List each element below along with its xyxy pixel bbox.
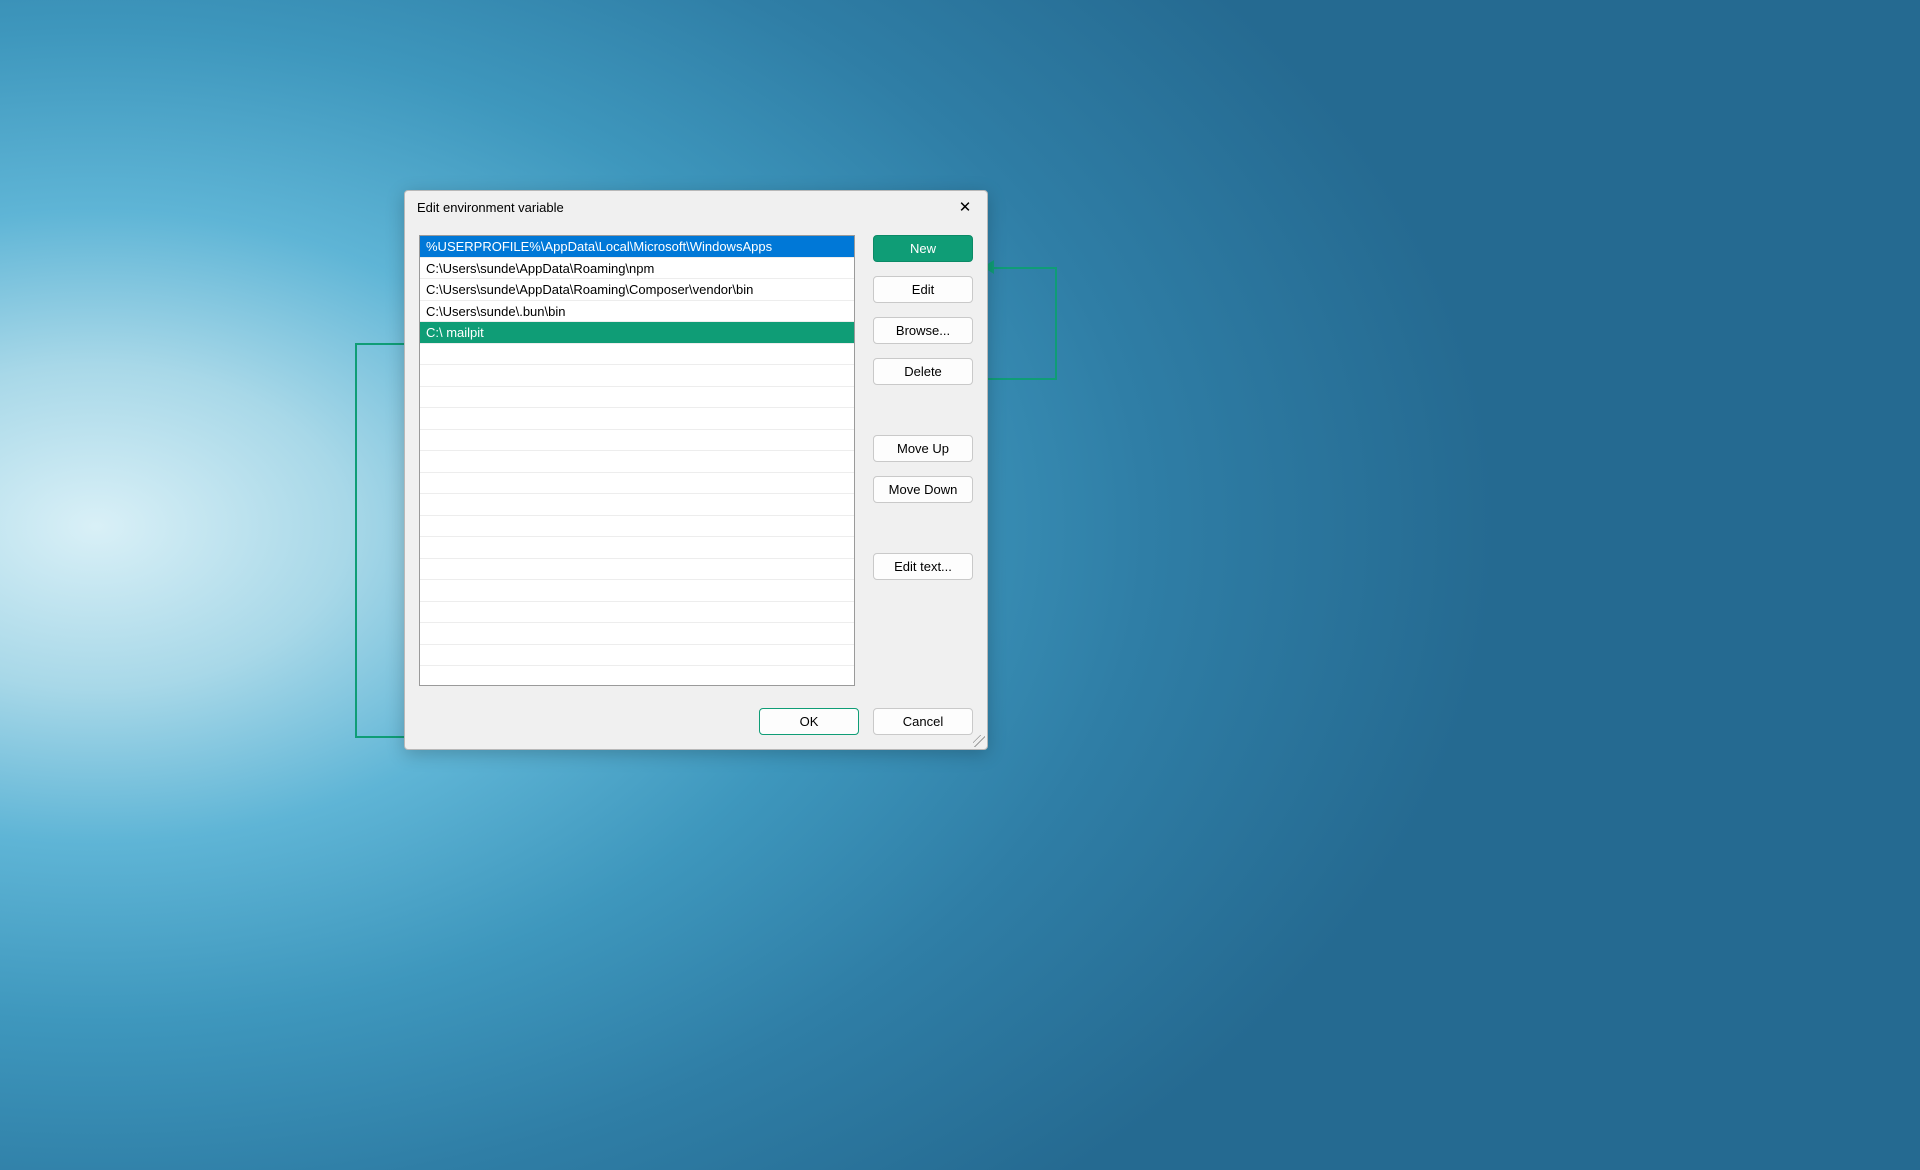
path-item-empty[interactable] xyxy=(420,451,854,473)
cancel-button[interactable]: Cancel xyxy=(873,708,973,735)
path-item-empty[interactable] xyxy=(420,430,854,452)
edit-text-button[interactable]: Edit text... xyxy=(873,553,973,580)
move-up-button[interactable]: Move Up xyxy=(873,435,973,462)
path-item[interactable]: C:\ mailpit xyxy=(420,322,854,344)
annotation-line xyxy=(1055,267,1057,380)
path-item-empty[interactable] xyxy=(420,602,854,624)
path-item[interactable]: C:\Users\sunde\.bun\bin xyxy=(420,301,854,323)
move-down-button[interactable]: Move Down xyxy=(873,476,973,503)
path-item-empty[interactable] xyxy=(420,387,854,409)
path-item-empty[interactable] xyxy=(420,580,854,602)
annotation-line xyxy=(983,267,1057,269)
path-item-empty[interactable] xyxy=(420,516,854,538)
resize-grip[interactable] xyxy=(973,735,985,747)
path-item-empty[interactable] xyxy=(420,494,854,516)
close-icon[interactable]: ✕ xyxy=(951,193,979,221)
path-item-empty[interactable] xyxy=(420,559,854,581)
titlebar: Edit environment variable ✕ xyxy=(405,191,987,223)
path-item-empty[interactable] xyxy=(420,645,854,667)
side-button-column: New Edit Browse... Delete Move Up Move D… xyxy=(873,235,973,686)
browse-button[interactable]: Browse... xyxy=(873,317,973,344)
path-item[interactable]: C:\Users\sunde\AppData\Roaming\Composer\… xyxy=(420,279,854,301)
edit-button[interactable]: Edit xyxy=(873,276,973,303)
path-item-empty[interactable] xyxy=(420,408,854,430)
ok-button[interactable]: OK xyxy=(759,708,859,735)
dialog-client-area: %USERPROFILE%\AppData\Local\Microsoft\Wi… xyxy=(405,223,987,749)
annotation-line xyxy=(355,343,357,738)
path-item[interactable]: C:\Users\sunde\AppData\Roaming\npm xyxy=(420,258,854,280)
dialog-footer: OK Cancel xyxy=(419,686,973,735)
new-button[interactable]: New xyxy=(873,235,973,262)
delete-button[interactable]: Delete xyxy=(873,358,973,385)
path-item-empty[interactable] xyxy=(420,473,854,495)
edit-env-var-dialog: Edit environment variable ✕ %USERPROFILE… xyxy=(404,190,988,750)
path-item-empty[interactable] xyxy=(420,344,854,366)
path-item-empty[interactable] xyxy=(420,365,854,387)
dialog-title: Edit environment variable xyxy=(417,200,564,215)
path-item-empty[interactable] xyxy=(420,537,854,559)
path-item-empty[interactable] xyxy=(420,623,854,645)
path-listbox[interactable]: %USERPROFILE%\AppData\Local\Microsoft\Wi… xyxy=(419,235,855,686)
path-item[interactable]: %USERPROFILE%\AppData\Local\Microsoft\Wi… xyxy=(420,236,854,258)
